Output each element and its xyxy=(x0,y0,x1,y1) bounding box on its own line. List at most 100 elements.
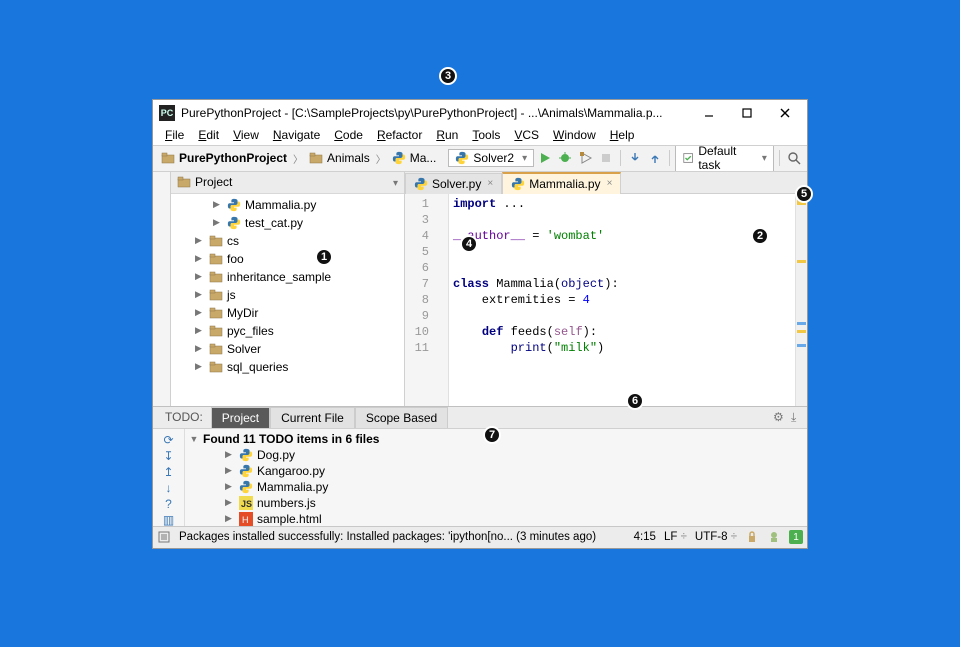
menu-code[interactable]: Code xyxy=(328,126,369,144)
status-bar: Packages installed successfully: Install… xyxy=(153,526,807,548)
default-task-label: Default task xyxy=(698,146,754,172)
todo-autoscroll-button[interactable]: ▥ xyxy=(160,513,178,526)
code-text[interactable]: import ... __author__ = 'wombat' class M… xyxy=(449,194,795,406)
vcs-update-button[interactable] xyxy=(627,149,643,167)
lock-icon[interactable] xyxy=(745,530,759,544)
tree-item[interactable]: ▶pyc_files xyxy=(171,322,404,340)
coverage-button[interactable] xyxy=(577,149,593,167)
menubar: FileEditViewNavigateCodeRefactorRunTools… xyxy=(153,126,807,146)
menu-vcs[interactable]: VCS xyxy=(508,126,545,144)
todo-help-button[interactable]: ? xyxy=(160,497,178,511)
callout-5: 5 xyxy=(795,185,813,203)
debug-button[interactable] xyxy=(557,149,573,167)
app-icon: PC xyxy=(159,105,175,121)
menu-help[interactable]: Help xyxy=(604,126,641,144)
todo-expand-button[interactable]: ↧ xyxy=(160,449,178,463)
menu-file[interactable]: File xyxy=(159,126,190,144)
close-tab-icon[interactable]: × xyxy=(607,178,613,189)
todo-summary: Found 11 TODO items in 6 files xyxy=(203,432,379,446)
todo-toolbar: ⟳ ↧ ↥ ↓ ? ▥ » xyxy=(153,429,185,526)
callout-2: 2 xyxy=(751,227,769,245)
line-number-gutter: 134567891011 xyxy=(405,194,435,406)
tree-item[interactable]: ▶MyDir xyxy=(171,304,404,322)
breadcrumb-item[interactable]: Ma... xyxy=(388,149,441,167)
tree-item[interactable]: ▶inheritance_sample xyxy=(171,268,404,286)
tree-item[interactable]: ▶Solver xyxy=(171,340,404,358)
code-editor[interactable]: 134567891011 import ... __author__ = 'wo… xyxy=(405,194,807,406)
project-tree[interactable]: ▶Mammalia.py▶test_cat.py▶cs▶foo▶inherita… xyxy=(171,194,404,406)
breadcrumb-item[interactable]: Animals xyxy=(305,149,374,167)
menu-window[interactable]: Window xyxy=(547,126,602,144)
menu-run[interactable]: Run xyxy=(430,126,464,144)
tree-item[interactable]: ▶cs xyxy=(171,232,404,250)
todo-nav-down-button[interactable]: ↓ xyxy=(160,481,178,495)
status-message: Packages installed successfully: Install… xyxy=(179,531,626,543)
svg-text:JS: JS xyxy=(241,499,252,509)
menu-view[interactable]: View xyxy=(227,126,265,144)
tree-item[interactable]: ▶Mammalia.py xyxy=(171,196,404,214)
status-icon[interactable] xyxy=(157,530,171,544)
left-tool-strip xyxy=(153,172,171,406)
editor-tab[interactable]: Mammalia.py× xyxy=(502,172,621,194)
todo-settings-button[interactable]: ⚙ xyxy=(771,408,789,426)
callout-7: 7 xyxy=(483,426,501,444)
breadcrumb[interactable]: PurePythonProject〉Animals〉Ma... xyxy=(157,149,440,167)
todo-item[interactable]: ▶JSnumbers.js xyxy=(185,495,807,511)
callout-3: 3 xyxy=(439,67,457,85)
callout-6: 6 xyxy=(626,392,644,410)
todo-item[interactable]: ▶Mammalia.py xyxy=(185,479,807,495)
minimize-button[interactable] xyxy=(693,101,725,125)
todo-collapse-button[interactable]: ↥ xyxy=(160,465,178,479)
run-config-label: Solver2 xyxy=(473,151,514,165)
todo-tab[interactable]: Current File xyxy=(270,407,355,428)
encoding[interactable]: UTF-8 ÷ xyxy=(695,531,737,543)
notifications-icon[interactable]: 1 xyxy=(789,530,803,544)
todo-item[interactable]: ▶Kangaroo.py xyxy=(185,463,807,479)
todo-label: TODO: xyxy=(157,407,211,427)
stop-button[interactable] xyxy=(598,149,614,167)
project-view-dropdown[interactable] xyxy=(389,175,398,189)
todo-item[interactable]: ▶Dog.py xyxy=(185,447,807,463)
hector-icon[interactable] xyxy=(767,530,781,544)
menu-tools[interactable]: Tools xyxy=(466,126,506,144)
menu-refactor[interactable]: Refactor xyxy=(371,126,428,144)
window-title: PurePythonProject - [C:\SampleProjects\p… xyxy=(181,106,687,120)
ide-window: PC PurePythonProject - [C:\SampleProject… xyxy=(152,99,808,549)
tree-item[interactable]: ▶foo xyxy=(171,250,404,268)
todo-tool-window: TODO: ProjectCurrent FileScope Based ⚙ ⤓… xyxy=(153,406,807,526)
editor-tabs: Solver.py×Mammalia.py× xyxy=(405,172,807,194)
callout-4: 4 xyxy=(460,235,478,253)
project-tool-window: Project ▶Mammalia.py▶test_cat.py▶cs▶foo▶… xyxy=(171,172,405,406)
menu-edit[interactable]: Edit xyxy=(192,126,225,144)
menu-navigate[interactable]: Navigate xyxy=(267,126,326,144)
todo-item[interactable]: ▶Hsample.html xyxy=(185,511,807,526)
callout-1: 1 xyxy=(315,248,333,266)
todo-tab[interactable]: Scope Based xyxy=(355,407,448,428)
nav-toolbar: PurePythonProject〉Animals〉Ma... Solver2 … xyxy=(153,146,807,172)
default-task-dropdown[interactable]: Default task xyxy=(675,146,774,172)
caret-position[interactable]: 4:15 xyxy=(634,531,656,543)
vcs-commit-button[interactable] xyxy=(647,149,663,167)
editor-area: Solver.py×Mammalia.py× 134567891011 impo… xyxy=(405,172,807,406)
maximize-button[interactable] xyxy=(731,101,763,125)
todo-tab[interactable]: Project xyxy=(211,407,270,428)
fold-gutter[interactable] xyxy=(435,194,449,406)
todo-rerun-button[interactable]: ⟳ xyxy=(160,433,178,447)
editor-tab[interactable]: Solver.py× xyxy=(405,173,502,194)
search-everywhere-button[interactable] xyxy=(786,149,802,167)
line-separator[interactable]: LF ÷ xyxy=(664,531,687,543)
tree-item[interactable]: ▶sql_queries xyxy=(171,358,404,376)
run-config-dropdown[interactable]: Solver2 xyxy=(448,149,534,167)
tree-item[interactable]: ▶js xyxy=(171,286,404,304)
tree-item[interactable]: ▶test_cat.py xyxy=(171,214,404,232)
project-panel-title: Project xyxy=(195,175,232,189)
todo-export-button[interactable]: ⤓ xyxy=(789,408,807,427)
run-button[interactable] xyxy=(537,149,553,167)
svg-text:H: H xyxy=(242,515,249,525)
close-button[interactable] xyxy=(769,101,801,125)
titlebar: PC PurePythonProject - [C:\SampleProject… xyxy=(153,100,807,126)
close-tab-icon[interactable]: × xyxy=(487,178,493,189)
error-stripe[interactable] xyxy=(795,194,807,406)
breadcrumb-item[interactable]: PurePythonProject xyxy=(157,149,291,167)
project-panel-header[interactable]: Project xyxy=(171,172,404,194)
